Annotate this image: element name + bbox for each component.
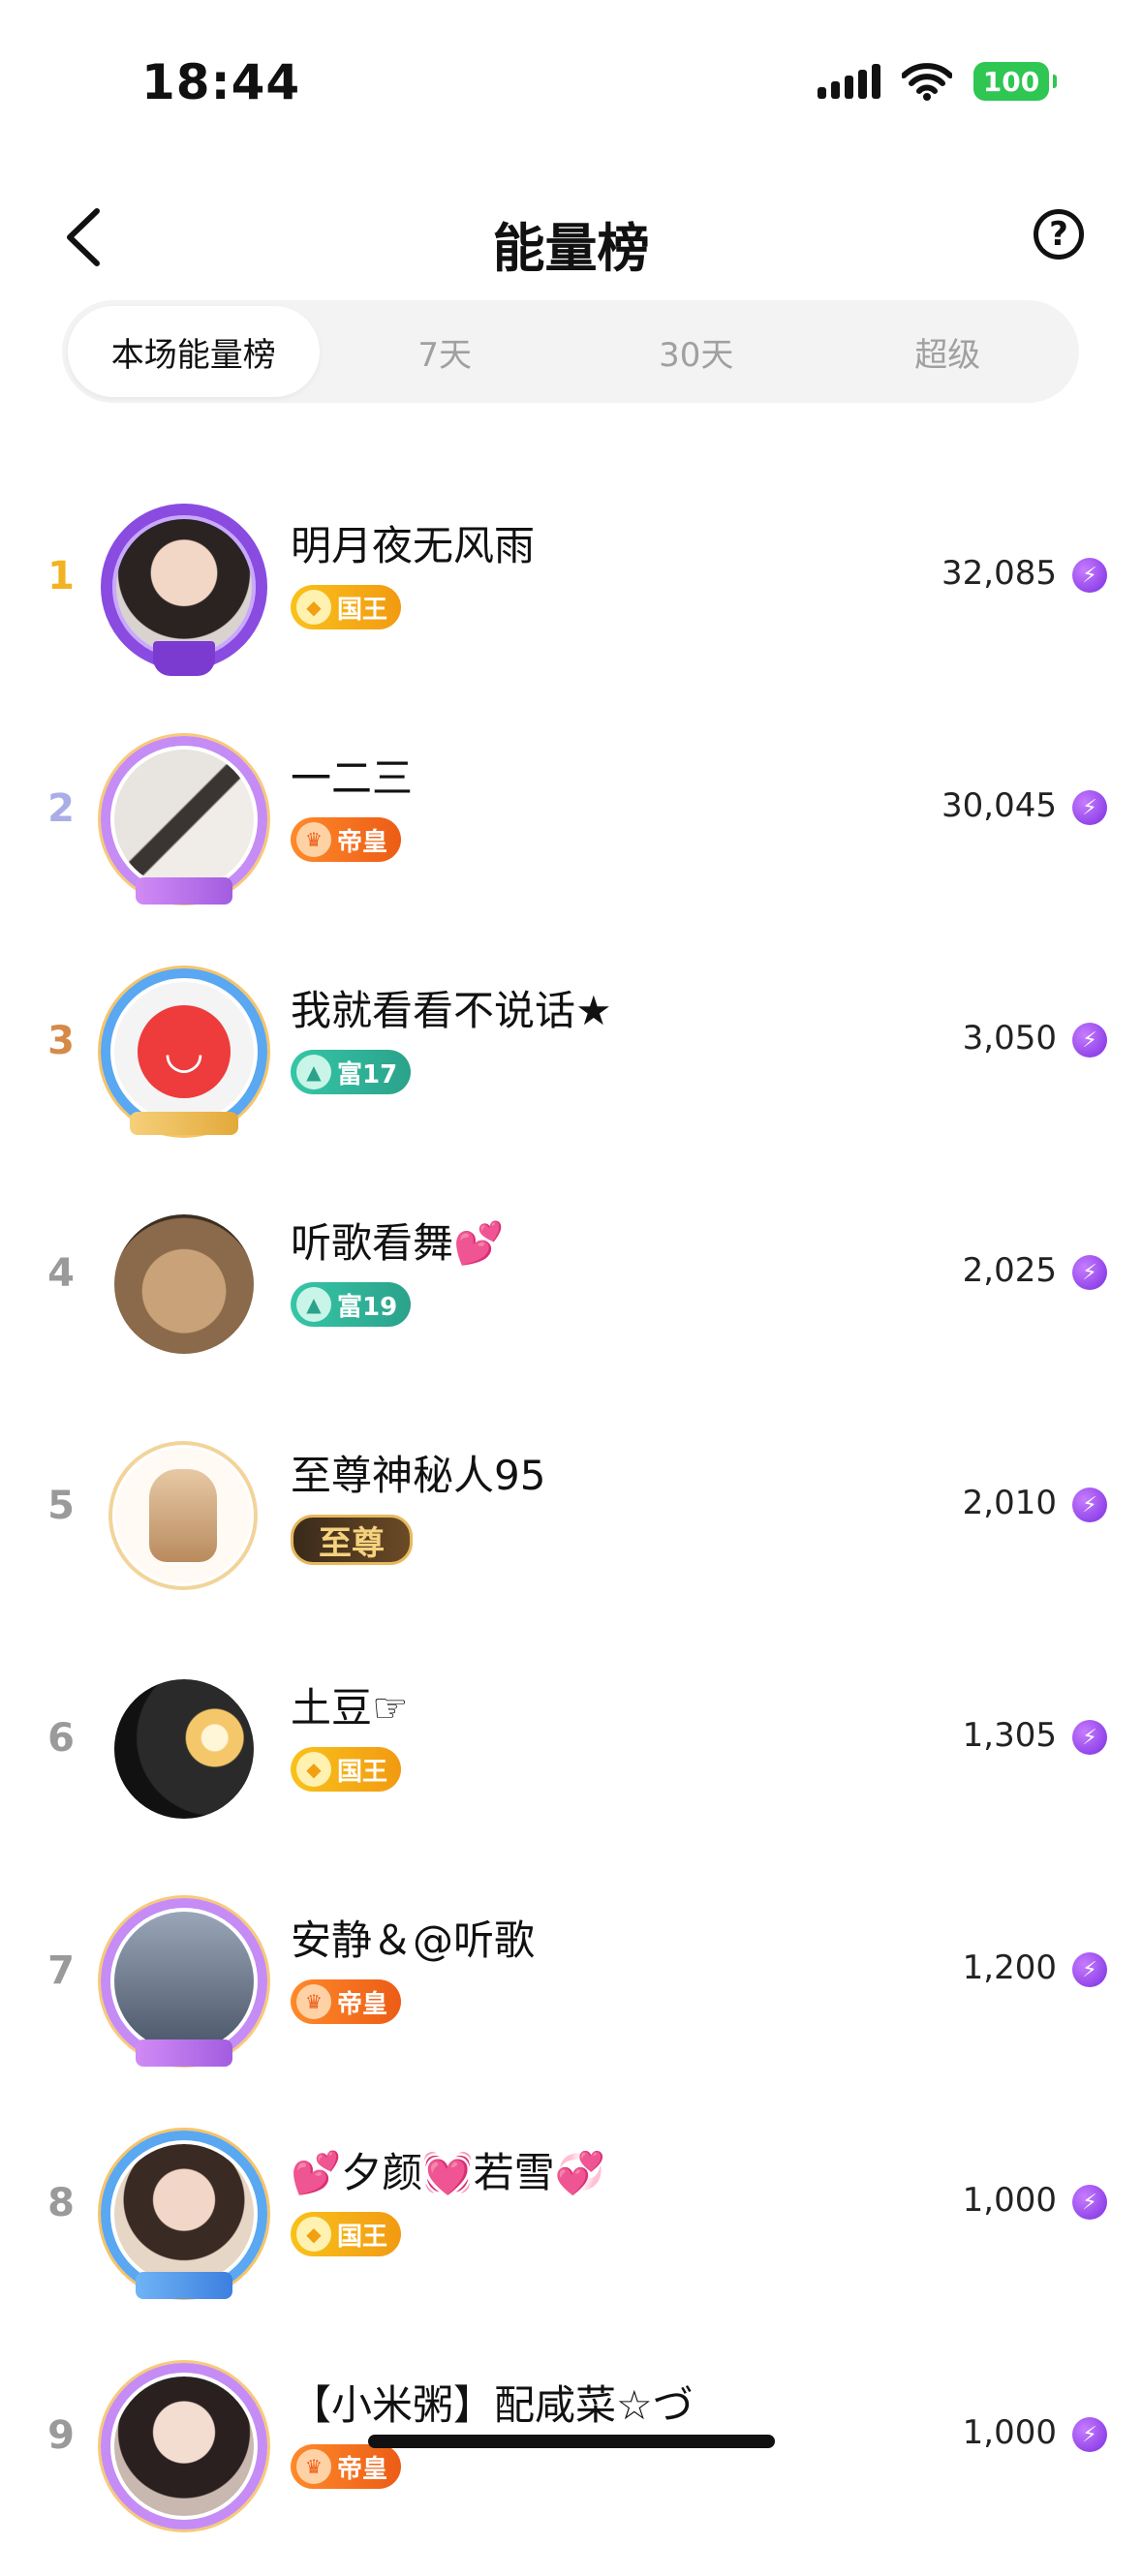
level-badge: ♛ 帝皇: [291, 1979, 402, 2024]
level-badge: ▲ 富19: [291, 1282, 412, 1327]
rank-number: 3: [47, 1019, 75, 1063]
rank-number: 9: [47, 2413, 75, 2458]
page-title: 能量榜: [492, 218, 650, 279]
lightning-icon: ⚡: [1072, 1952, 1107, 1987]
avatar[interactable]: [97, 732, 271, 906]
energy-score: 1,000: [962, 2181, 1057, 2220]
avatar[interactable]: [97, 500, 271, 676]
ranking-row[interactable]: 7 安静＆@听歌 ♛ 帝皇 1,200 ⚡: [0, 1879, 1142, 2111]
lightning-icon: ⚡: [1072, 2185, 1107, 2220]
rank-number: 5: [47, 1484, 75, 1528]
lightning-icon: ⚡: [1072, 1255, 1107, 1290]
tab-7-days[interactable]: 7天: [320, 306, 571, 397]
lightning-icon: ⚡: [1072, 1720, 1107, 1755]
ranking-row[interactable]: 8 💕夕颜💓若雪💞 ◆ 国王 1,000 ⚡: [0, 2111, 1142, 2344]
ranking-row[interactable]: 5 至尊神秘人95 至尊 2,010 ⚡: [0, 1414, 1142, 1646]
status-icons: 100: [818, 62, 1057, 101]
nav-bar: 能量榜 ?: [0, 184, 1142, 291]
ranking-row[interactable]: 3 ◡ 我就看看不说话★ ▲ 富17 3,050 ⚡: [0, 949, 1142, 1181]
rank-number: 1: [47, 554, 75, 598]
avatar[interactable]: [97, 1894, 271, 2069]
tab-current-session[interactable]: 本场能量榜: [68, 306, 320, 397]
lightning-icon: ⚡: [1072, 790, 1107, 825]
lightning-icon: ⚡: [1072, 2417, 1107, 2452]
level-badge: ♛ 帝皇: [291, 817, 402, 862]
triangle-icon: ▲: [296, 1287, 331, 1322]
ranking-row[interactable]: 2 一二三 ♛ 帝皇 30,045 ⚡: [0, 717, 1142, 949]
lightning-icon: ⚡: [1072, 558, 1107, 593]
period-tabs: 本场能量榜 7天 30天 超级: [62, 300, 1079, 403]
energy-score: 1,000: [962, 2413, 1057, 2452]
avatar[interactable]: ◡: [97, 965, 271, 1139]
battery-icon: 100: [973, 62, 1057, 101]
level-badge: ◆ 国王: [291, 585, 402, 629]
energy-score: 1,200: [962, 1948, 1057, 1987]
user-name: 我就看看不说话★: [291, 987, 612, 1034]
status-bar: 18:44 100: [0, 0, 1142, 145]
lightning-icon: ⚡: [1072, 1023, 1107, 1058]
cellular-signal-icon: [818, 64, 880, 99]
ranking-row[interactable]: 4 听歌看舞💕 ▲ 富19 2,025 ⚡: [0, 1181, 1142, 1414]
avatar[interactable]: [97, 2127, 271, 2301]
home-indicator[interactable]: [368, 2435, 775, 2448]
level-badge: ▲ 富17: [291, 1050, 412, 1094]
tab-super[interactable]: 超级: [822, 306, 1074, 397]
energy-score: 2,025: [962, 1251, 1057, 1290]
wifi-icon: [902, 63, 952, 101]
rank-number: 6: [47, 1716, 75, 1761]
crown-icon: ♛: [296, 2449, 331, 2484]
user-name: 【小米粥】配咸菜☆づ: [291, 2381, 694, 2429]
energy-score: 1,305: [962, 1716, 1057, 1755]
level-badge: ◆ 国王: [291, 1747, 402, 1792]
energy-score: 32,085: [941, 554, 1057, 593]
user-name: 听歌看舞💕: [291, 1219, 505, 1267]
user-name: 至尊神秘人95: [291, 1452, 546, 1499]
lightning-icon: ⚡: [1072, 1487, 1107, 1522]
diamond-icon: ◆: [296, 2217, 331, 2252]
triangle-icon: ▲: [296, 1055, 331, 1089]
user-name: 明月夜无风雨: [291, 522, 536, 569]
avatar[interactable]: [97, 1662, 271, 1836]
diamond-icon: ◆: [296, 1752, 331, 1787]
avatar[interactable]: [97, 1197, 271, 1371]
crown-icon: ♛: [296, 1984, 331, 2019]
user-name: 土豆☞: [291, 1684, 409, 1732]
avatar[interactable]: [97, 1429, 271, 1604]
ranking-row[interactable]: 1 明月夜无风雨 ◆ 国王 32,085 ⚡: [0, 484, 1142, 717]
level-badge: ♛ 帝皇: [291, 2444, 402, 2489]
ranking-list: 1 明月夜无风雨 ◆ 国王 32,085 ⚡ 2 一二三 ♛ 帝皇 30,045 ⚡…: [0, 484, 1142, 2576]
energy-score: 2,010: [962, 1484, 1057, 1522]
rank-number: 4: [47, 1251, 75, 1296]
energy-score: 30,045: [941, 786, 1057, 825]
ranking-row[interactable]: 6 土豆☞ ◆ 国王 1,305 ⚡: [0, 1646, 1142, 1879]
avatar[interactable]: [97, 2359, 271, 2533]
ranking-row[interactable]: 9 【小米粥】配咸菜☆づ ♛ 帝皇 1,000 ⚡: [0, 2344, 1142, 2576]
status-time: 18:44: [141, 54, 301, 110]
rank-number: 7: [47, 1948, 75, 1993]
level-badge: ◆ 国王: [291, 2212, 402, 2256]
rank-number: 8: [47, 2181, 75, 2225]
diamond-icon: ◆: [296, 590, 331, 625]
energy-score: 3,050: [962, 1019, 1057, 1058]
tab-30-days[interactable]: 30天: [571, 306, 822, 397]
user-name: 💕夕颜💓若雪💞: [291, 2149, 605, 2196]
rank-number: 2: [47, 786, 75, 831]
user-name: 安静＆@听歌: [291, 1917, 536, 1964]
user-name: 一二三: [291, 754, 414, 802]
help-question-icon[interactable]: ?: [1034, 209, 1084, 260]
crown-icon: ♛: [296, 822, 331, 857]
level-badge: 至尊: [291, 1515, 413, 1565]
